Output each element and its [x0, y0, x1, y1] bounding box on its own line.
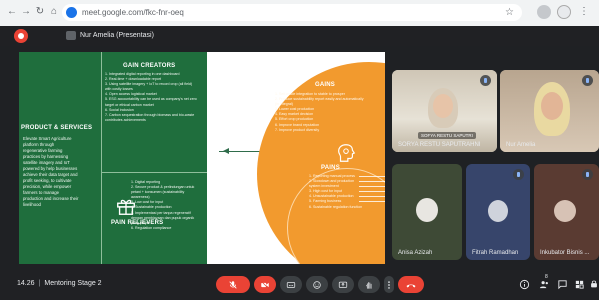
participant-tile[interactable]: SOFYA RESTU SAPUTRI SORYA RESTU SAPUTRAH…	[392, 70, 497, 152]
panel-divider	[101, 172, 207, 173]
captions-icon	[286, 281, 296, 288]
browser-menu-icon[interactable]: ⋮	[578, 6, 590, 18]
pain-relievers-list: 1. Digital reporting 2. Secure product &…	[131, 180, 194, 231]
participant-face	[541, 92, 563, 120]
captions-button[interactable]	[280, 276, 302, 293]
connector-arrowhead	[223, 148, 229, 154]
gain-creators-title: GAIN CREATORS	[123, 63, 176, 69]
presenter-label: Nur Amelia (Presentasi)	[80, 32, 154, 39]
list-item: contributes achievements	[105, 117, 146, 122]
reactions-button[interactable]	[306, 276, 328, 293]
activities-button[interactable]	[573, 278, 585, 290]
participant-count-badge: 8	[545, 274, 548, 280]
reload-icon[interactable]: ↻	[34, 6, 46, 18]
participant-tile[interactable]: Fitrah Ramadhan	[466, 164, 530, 260]
list-item: 5. Implementasi per tanpa regeneratif	[131, 210, 191, 215]
pains-title: PAINS	[321, 165, 340, 171]
participant-tile[interactable]: Inkubator Bisnis ...	[534, 164, 599, 260]
presenter-chip[interactable]: Nur Amelia (Presentasi)	[66, 29, 154, 43]
meeting-details-button[interactable]	[518, 278, 530, 290]
gains-list: 1. Self-made integration to stable to pr…	[275, 92, 364, 133]
host-controls-button[interactable]	[588, 278, 599, 290]
gains-title: GAINS	[315, 82, 336, 88]
present-screen-icon	[338, 281, 348, 288]
chat-icon	[557, 279, 567, 289]
extension-icon[interactable]	[537, 5, 551, 19]
list-item: 5. ESG accountability can be used as com…	[105, 97, 197, 102]
meeting-name: Mentoring Stage 2	[44, 280, 102, 287]
more-options-button[interactable]	[384, 276, 394, 293]
meeting-control-bar: 14.26 | Mentoring Stage 2 8	[0, 270, 599, 300]
mic-status-icon	[480, 75, 491, 86]
pains-list: 1. Reporting manual process 2. Slowdown …	[309, 174, 362, 210]
hand-icon	[366, 281, 372, 289]
present-button[interactable]	[332, 276, 354, 293]
products-services-title: PRODUCT & SERVICES	[21, 125, 93, 131]
participant-name: Fitrah Ramadhan	[472, 250, 519, 256]
avatar	[488, 200, 508, 222]
video-overlay-name: SOFYA RESTU SAPUTRI	[418, 132, 476, 139]
camera-off-icon	[260, 280, 270, 289]
chat-button[interactable]	[556, 278, 568, 290]
panel-divider	[101, 52, 102, 264]
forward-icon[interactable]: →	[20, 6, 32, 18]
participant-tile[interactable]: Anisa Azizah	[392, 164, 462, 260]
bookmark-star-icon[interactable]: ☆	[505, 4, 514, 21]
mic-status-icon	[513, 169, 524, 180]
mic-status-icon	[582, 169, 593, 180]
meeting-info: 14.26 | Mentoring Stage 2	[17, 280, 102, 287]
leave-call-button[interactable]	[398, 276, 424, 293]
emoji-icon	[313, 280, 321, 289]
head-profile-icon	[338, 144, 356, 162]
site-info-icon[interactable]	[66, 7, 77, 18]
address-bar[interactable]: meet.google.com/fkc-fnr-oeq ☆	[62, 4, 522, 21]
camera-toggle-button[interactable]	[254, 276, 276, 293]
browser-toolbar: ← → ↻ ⌂ meet.google.com/fkc-fnr-oeq ☆ ⋮	[0, 0, 599, 27]
lock-person-icon	[591, 280, 597, 288]
phone-hangup-icon	[406, 284, 416, 287]
participant-name: SORYA RESTU SAPUTRAHNI	[398, 142, 481, 148]
more-vert-icon	[388, 280, 390, 289]
avatar	[554, 200, 576, 222]
participant-name: Anisa Azizah	[398, 250, 433, 256]
avatar	[416, 198, 438, 222]
back-icon[interactable]: ←	[6, 6, 18, 18]
url-text: meet.google.com/fkc-fnr-oeq	[82, 8, 184, 17]
record-icon	[14, 29, 28, 43]
raise-hand-button[interactable]	[358, 276, 380, 293]
participant-face	[433, 94, 453, 118]
mic-toggle-button[interactable]	[216, 276, 250, 293]
people-icon	[539, 280, 548, 288]
meet-header: Nur Amelia (Presentasi)	[0, 26, 599, 46]
value-proposition-panel: GAIN CREATORS 1. Integrated digital repo…	[19, 52, 207, 264]
mic-status-icon	[582, 75, 593, 86]
list-item: 6. Sustainable regulation function	[309, 204, 363, 209]
list-item: 7. Improve product diversity	[275, 127, 320, 132]
activities-icon	[575, 280, 584, 289]
present-screen-icon	[66, 30, 76, 40]
mic-off-icon	[229, 280, 237, 289]
desc-line: livelihood	[23, 202, 41, 207]
separator: |	[38, 280, 41, 287]
info-icon	[519, 279, 529, 289]
participant-name: Inkubator Bisnis ...	[540, 250, 590, 256]
list-item: dengan pembiayaan dan pupuk organik	[131, 215, 195, 220]
shared-screen-slide: GAIN CREATORS 1. Integrated digital repo…	[19, 52, 385, 264]
home-icon[interactable]: ⌂	[48, 6, 60, 18]
participant-name: Nur Amelia	[506, 142, 536, 148]
profile-icon[interactable]	[557, 5, 571, 19]
gain-creators-list: 1. Integrated digital reporting in one d…	[105, 72, 197, 123]
products-services-description: Elevate Smart Agriculture platform throu…	[23, 136, 101, 208]
people-button[interactable]	[538, 278, 550, 290]
pains-bullet-marks	[359, 176, 385, 206]
participant-tile[interactable]: Nur Amelia	[500, 70, 599, 152]
list-item: 6. Regulation compliance	[131, 225, 172, 230]
meeting-time: 14.26	[17, 280, 35, 287]
